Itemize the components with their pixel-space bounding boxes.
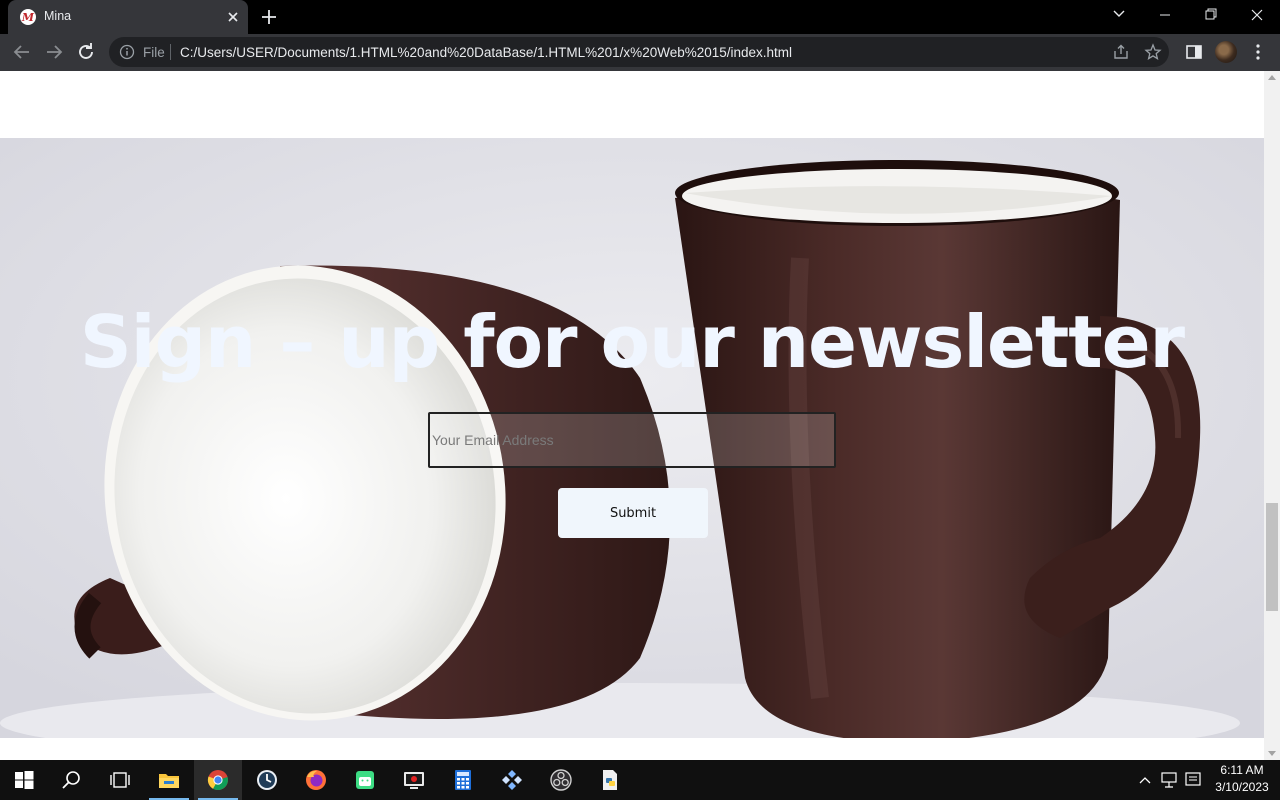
scroll-up-arrow-icon[interactable] [1268,75,1276,80]
file-explorer-icon [159,774,179,788]
close-window-icon[interactable] [1234,0,1280,30]
game-app-icon [502,770,522,790]
show-hidden-icons-chevron-icon[interactable] [1136,760,1154,800]
windows-taskbar [0,760,1280,800]
taskbar-time[interactable]: 6:11 AM [1212,763,1272,777]
screen-recorder-icon [404,772,424,789]
side-panel-icon[interactable] [1182,40,1206,64]
tab-search-icon[interactable] [1096,0,1142,30]
reload-icon[interactable] [74,40,98,64]
taskbar-game-app[interactable] [488,760,536,800]
calculator-icon [455,770,471,790]
page-scrollbar[interactable] [1264,71,1280,760]
taskbar-python-file[interactable] [586,760,634,800]
android-studio-icon [356,771,374,789]
svg-text:M: M [21,11,35,24]
notification-icon[interactable] [1183,760,1203,800]
menu-kebab-icon[interactable] [1246,40,1270,64]
chrome-icon [207,770,228,791]
email-input[interactable] [428,412,836,468]
address-bar[interactable]: File C:/Users/USER/Documents/1.HTML%20an… [109,37,1169,67]
taskbar-obs[interactable] [537,760,585,800]
restore-icon[interactable] [1188,0,1234,30]
site-favicon-icon: M [20,9,36,25]
firefox-icon [306,770,326,790]
browser-toolbar: File C:/Users/USER/Documents/1.HTML%20an… [0,34,1280,71]
task-view-button[interactable] [96,760,144,800]
new-tab-icon[interactable] [259,7,279,27]
back-arrow-icon[interactable] [10,40,34,64]
browser-tab-strip: M Mina [0,0,1280,34]
taskbar-search-button[interactable] [48,760,96,800]
taskbar-file-explorer[interactable] [145,760,193,800]
submit-button[interactable]: Submit [558,488,708,538]
page-viewport: Sign – up for our newsletter Submit [0,71,1264,760]
minimize-icon[interactable] [1142,0,1188,30]
task-view-icon [110,772,130,788]
share-icon[interactable] [1112,43,1130,61]
python-file-icon [603,770,617,790]
bookmark-star-icon[interactable] [1144,43,1162,61]
omnibox-divider [170,44,171,60]
url-text[interactable]: C:/Users/USER/Documents/1.HTML%20and%20D… [180,45,792,60]
clock-app-icon [257,770,277,790]
scheme-label: File [143,45,165,60]
forward-arrow-icon[interactable] [42,40,66,64]
taskbar-date[interactable]: 3/10/2023 [1208,780,1276,794]
newsletter-section: Sign – up for our newsletter Submit [0,138,1264,738]
windows-logo-icon [15,771,34,789]
taskbar-screen-recorder[interactable] [390,760,438,800]
scroll-thumb[interactable] [1266,503,1278,611]
network-icon[interactable] [1159,760,1179,800]
obs-icon [550,769,572,791]
taskbar-chrome[interactable] [194,760,242,800]
taskbar-calculator[interactable] [439,760,487,800]
scroll-down-arrow-icon[interactable] [1268,751,1276,756]
search-icon [62,771,80,789]
taskbar-android-studio[interactable] [341,760,389,800]
taskbar-firefox[interactable] [292,760,340,800]
newsletter-headline: Sign – up for our newsletter [79,300,1185,384]
browser-tab[interactable]: M Mina [8,0,248,34]
tab-title: Mina [44,9,72,23]
start-button[interactable] [0,760,48,800]
profile-avatar[interactable] [1215,41,1237,63]
close-tab-icon[interactable] [224,8,242,26]
info-icon[interactable] [119,44,135,60]
taskbar-clock-app[interactable] [243,760,291,800]
